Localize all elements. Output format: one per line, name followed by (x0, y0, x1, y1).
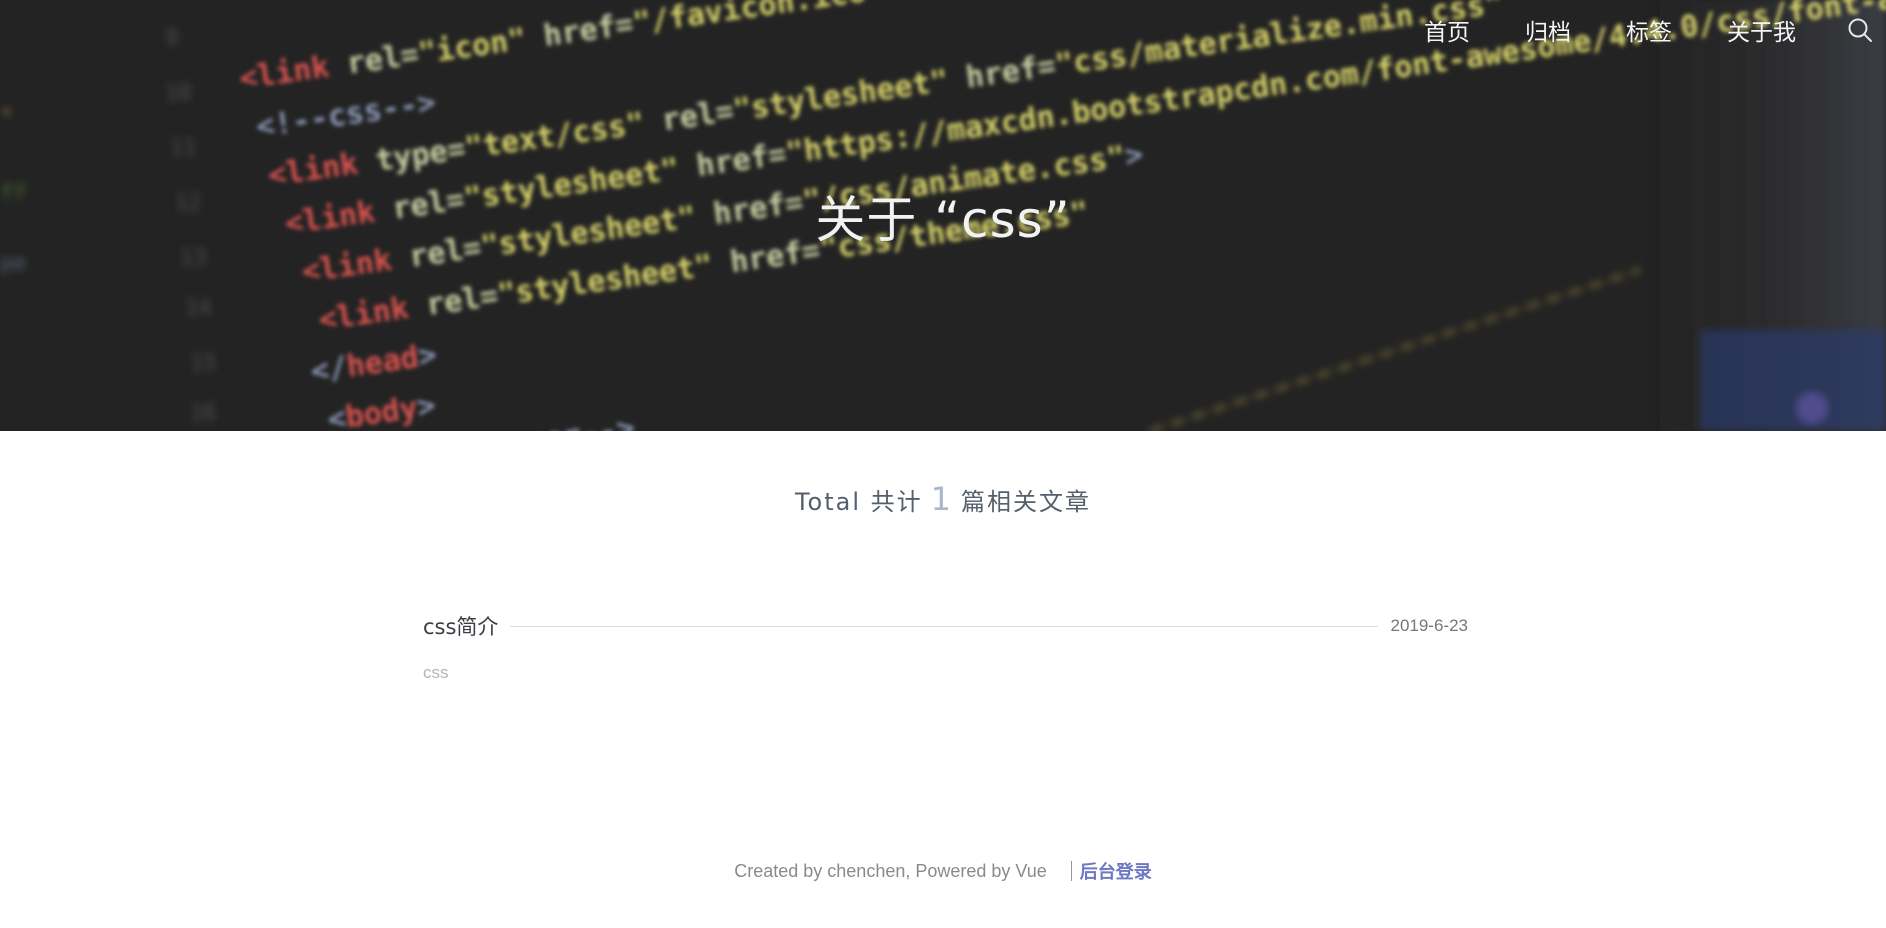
post-tag[interactable]: css (423, 663, 1468, 683)
admin-login-link[interactable]: 后台登录 (1080, 858, 1152, 884)
nav-item-about[interactable]: 关于我 (1727, 13, 1796, 47)
article-count-summary: Total 共计 1 篇相关文章 (0, 480, 1886, 518)
svg-text:15: 15 (190, 351, 217, 376)
svg-text:pe: pe (0, 251, 27, 276)
svg-text:•: • (0, 101, 13, 126)
search-icon[interactable] (1846, 16, 1874, 44)
svg-text:banner-->: banner--> (471, 411, 637, 431)
post-date: 2019-6-23 (1390, 616, 1468, 635)
svg-text:<body>: <body> (326, 388, 438, 431)
footer-credits: Created by chenchen, Powered by Vue (734, 860, 1047, 881)
svg-text:11: 11 (170, 136, 197, 161)
top-nav: 首页 归档 标签 关于我 (1424, 10, 1886, 50)
list-item: css简介 2019-6-23 css (423, 611, 1468, 683)
nav-item-archive[interactable]: 归档 (1525, 13, 1571, 47)
footer-divider (1070, 861, 1072, 881)
nav-item-home[interactable]: 首页 (1424, 13, 1470, 47)
nav-item-tags[interactable]: 标签 (1626, 13, 1672, 47)
svg-text:<link rel="icon" href="/favico: <link rel="icon" href="/favicon.ico" (237, 0, 886, 97)
summary-suffix: 篇相关文章 (961, 488, 1092, 516)
svg-text:14: 14 (185, 296, 212, 321)
article-count: 1 (930, 480, 954, 518)
post-divider (510, 625, 1379, 627)
post-header-row: css简介 2019-6-23 (423, 611, 1468, 641)
header-banner: 9 10 11 12 13 14 15 16 • ff pe <link rel… (0, 0, 1886, 431)
post-title-link[interactable]: css简介 (423, 611, 498, 641)
svg-text:10: 10 (165, 81, 192, 106)
summary-prefix: Total 共计 (794, 488, 923, 516)
svg-text:9: 9 (165, 26, 178, 51)
footer: Created by chenchen, Powered by Vue 后台登录 (0, 858, 1886, 884)
svg-text:</head>: </head> (309, 337, 439, 389)
svg-text:<!--css-->: <!--css--> (254, 85, 438, 145)
svg-text:16: 16 (190, 401, 217, 426)
page-title: 关于 “css” (815, 191, 1071, 249)
